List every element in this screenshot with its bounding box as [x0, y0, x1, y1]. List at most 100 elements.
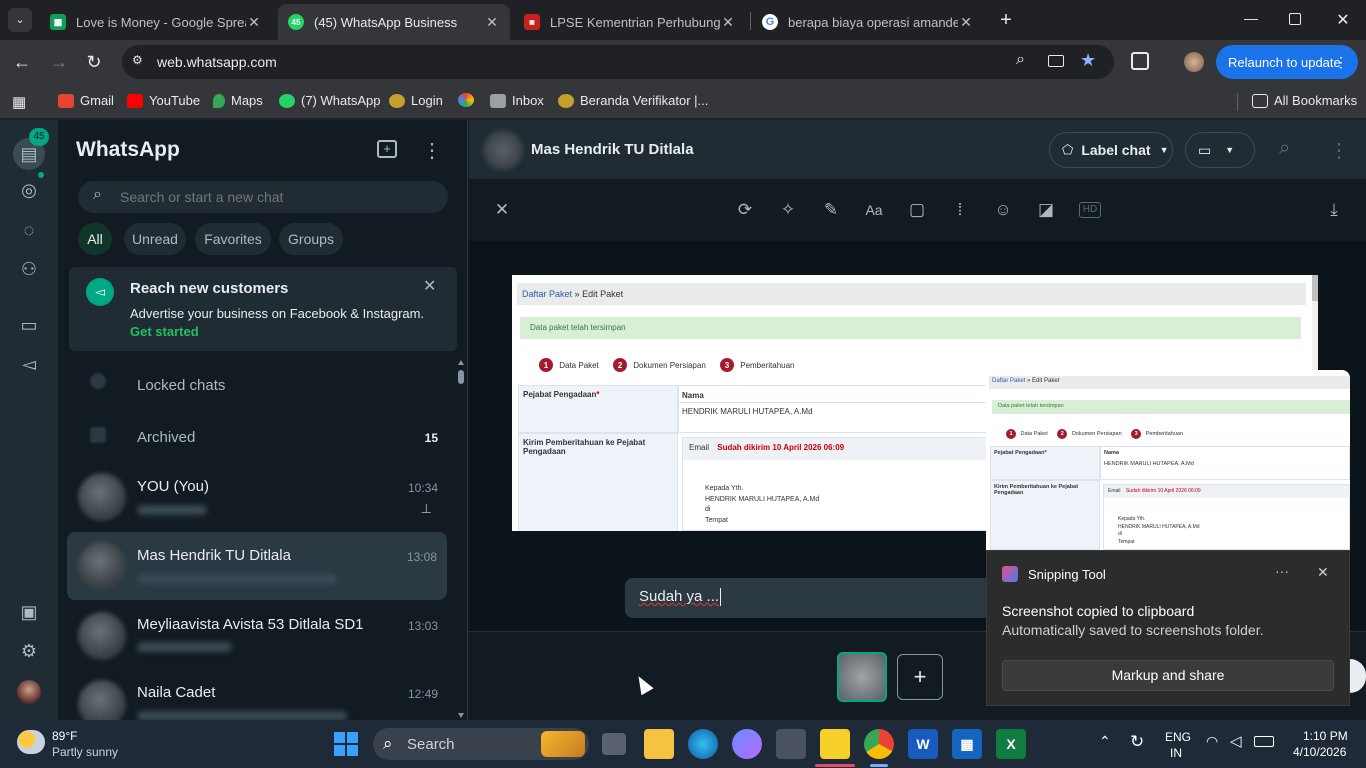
search-input[interactable]	[120, 188, 420, 206]
sticky-notes-icon[interactable]	[820, 729, 850, 759]
close-icon[interactable]: ✕	[958, 14, 974, 31]
task-view-icon[interactable]	[602, 733, 626, 755]
add-media-button[interactable]: +	[897, 654, 943, 700]
battery-icon[interactable]	[1254, 736, 1274, 747]
tab-search-button[interactable]: ⌄	[8, 8, 32, 32]
promo-link[interactable]: Get started	[130, 324, 199, 339]
new-chat-icon[interactable]: +	[377, 140, 397, 158]
search-box[interactable]: ⌕	[78, 181, 448, 213]
chat-row-selected[interactable]: Mas Hendrik TU Ditlala 13:08	[67, 532, 447, 600]
bookmark-beranda[interactable]: Beranda Verifikator |...	[558, 93, 708, 108]
archived-row[interactable]: Archived 15	[58, 410, 448, 462]
chat-row[interactable]: YOU (You) 10:34 ⊥	[58, 463, 448, 531]
chat-row[interactable]: Naila Cadet 12:49	[58, 671, 448, 728]
weather-temp[interactable]: 89°F	[52, 729, 77, 743]
bookmark-star-icon[interactable]: ★	[1080, 50, 1096, 71]
language-bottom[interactable]: IN	[1170, 746, 1182, 760]
label-chat-button[interactable]: ⬠ Label chat ▼	[1049, 132, 1173, 168]
extensions-icon[interactable]	[1131, 52, 1149, 70]
locked-chats-row[interactable]: Locked chats	[58, 356, 448, 412]
reload-icon[interactable]: ↻	[84, 52, 104, 72]
show-hidden-icons[interactable]: ⌃	[1099, 733, 1111, 750]
search-icon[interactable]: ⌕	[1279, 137, 1290, 160]
language-top[interactable]: ENG	[1165, 730, 1191, 744]
promo-card[interactable]: ◅ Reach new customers Advertise your bus…	[69, 267, 457, 351]
restore-icon[interactable]	[1289, 13, 1301, 25]
bookmark-maps[interactable]: Maps	[213, 93, 263, 108]
clock-time[interactable]: 1:10 PM	[1303, 729, 1348, 743]
filter-all[interactable]: All	[78, 223, 112, 255]
wifi-icon[interactable]: ◠	[1206, 733, 1218, 750]
excel-icon[interactable]: X	[996, 729, 1026, 759]
install-app-icon[interactable]	[1048, 55, 1064, 67]
ads-icon[interactable]: ◅	[17, 352, 41, 376]
clock-date[interactable]: 4/10/2026	[1293, 745, 1346, 759]
scroll-down-arrow[interactable]	[458, 713, 464, 718]
all-bookmarks[interactable]: All Bookmarks	[1252, 93, 1357, 108]
bookmark-gmail[interactable]: Gmail	[58, 93, 114, 108]
volume-icon[interactable]: ◁	[1230, 732, 1242, 750]
bookmark-inbox[interactable]: Inbox	[490, 93, 544, 108]
bookmark-youtube[interactable]: YouTube	[127, 93, 200, 108]
zoom-icon[interactable]: ⌕	[1016, 51, 1025, 69]
tab-google-search[interactable]: G berapa biaya operasi amandel ✕	[752, 4, 984, 40]
window-close-icon[interactable]: ✕	[1333, 10, 1353, 30]
contact-name[interactable]: Mas Hendrik TU Ditlala	[531, 141, 694, 158]
blur-grid-icon[interactable]: ⁞	[949, 199, 971, 221]
scrollbar[interactable]	[458, 360, 464, 720]
catalog-icon[interactable]: ▭	[17, 313, 41, 337]
media-icon[interactable]: ▣	[17, 600, 41, 624]
status-icon[interactable]: ◎	[17, 178, 41, 202]
filter-favorites[interactable]: Favorites	[195, 223, 271, 255]
markup-share-button[interactable]: Markup and share	[1002, 660, 1334, 691]
bookmark-login[interactable]: Login	[389, 93, 443, 108]
download-icon[interactable]: ⤓	[1323, 199, 1345, 221]
communities-icon[interactable]: ⚇	[17, 257, 41, 281]
file-explorer-icon[interactable]	[644, 729, 674, 759]
settings-icon[interactable]: ⚙	[17, 639, 41, 663]
close-icon[interactable]: ✕	[720, 14, 736, 31]
windows-start-icon[interactable]	[334, 732, 358, 756]
sync-icon[interactable]: ↻	[1130, 732, 1144, 752]
filter-unread[interactable]: Unread	[124, 223, 186, 255]
contact-avatar[interactable]	[483, 130, 523, 170]
channels-icon[interactable]: ◌	[17, 218, 41, 242]
profile-avatar[interactable]	[1184, 52, 1204, 72]
video-call-button[interactable]: ▭ ▼	[1185, 132, 1255, 168]
chat-row[interactable]: Meyliaavista Avista 53 Ditlala SD1 13:03	[58, 602, 448, 670]
preview-scroll-thumb[interactable]	[1312, 275, 1318, 301]
screenshot-thumbnail[interactable]: Daftar Paket » Edit Paket Data paket tel…	[986, 370, 1350, 550]
taskbar-search[interactable]: ⌕ Search	[373, 728, 589, 760]
apps-grid-icon[interactable]: ▦	[12, 93, 26, 111]
back-icon[interactable]: ←	[12, 52, 32, 72]
scroll-thumb[interactable]	[458, 370, 464, 384]
text-icon[interactable]: Aa	[863, 199, 885, 221]
tab-whatsapp[interactable]: 45 (45) WhatsApp Business ✕	[278, 4, 510, 40]
site-info-icon[interactable]: ⚙	[132, 53, 148, 69]
profile-avatar[interactable]	[17, 680, 41, 704]
hd-icon[interactable]: HD	[1079, 202, 1101, 218]
close-icon[interactable]: ✕	[491, 199, 513, 221]
forward-icon[interactable]: →	[49, 52, 69, 72]
bookmark-whatsapp[interactable]: (7) WhatsApp	[279, 93, 380, 108]
bookmark-photos[interactable]	[458, 93, 480, 107]
close-icon[interactable]: ✕	[484, 14, 500, 31]
more-icon[interactable]: ···	[1275, 563, 1289, 579]
magic-wand-icon[interactable]: ✧	[777, 199, 799, 221]
address-bar[interactable]: ⚙ web.whatsapp.com ⌕ ★	[122, 45, 1114, 79]
sticker-icon[interactable]: ◪	[1035, 199, 1057, 221]
chrome-icon[interactable]	[864, 729, 894, 759]
new-tab-button[interactable]: +	[996, 8, 1016, 32]
edge-icon[interactable]	[688, 729, 718, 759]
pencil-icon[interactable]: ✎	[820, 199, 842, 221]
word-icon[interactable]: W	[908, 729, 938, 759]
weather-icon[interactable]	[17, 730, 45, 754]
copilot-icon[interactable]	[732, 729, 762, 759]
camera-icon[interactable]	[776, 729, 806, 759]
minimize-icon[interactable]: —	[1241, 10, 1261, 30]
scroll-up-arrow[interactable]	[458, 360, 464, 365]
close-icon[interactable]: ✕	[246, 14, 262, 31]
relaunch-button[interactable]: Relaunch to update ⋮	[1216, 45, 1358, 79]
crop-rotate-icon[interactable]: ⟳	[734, 199, 756, 221]
calculator-icon[interactable]: ▦	[952, 729, 982, 759]
